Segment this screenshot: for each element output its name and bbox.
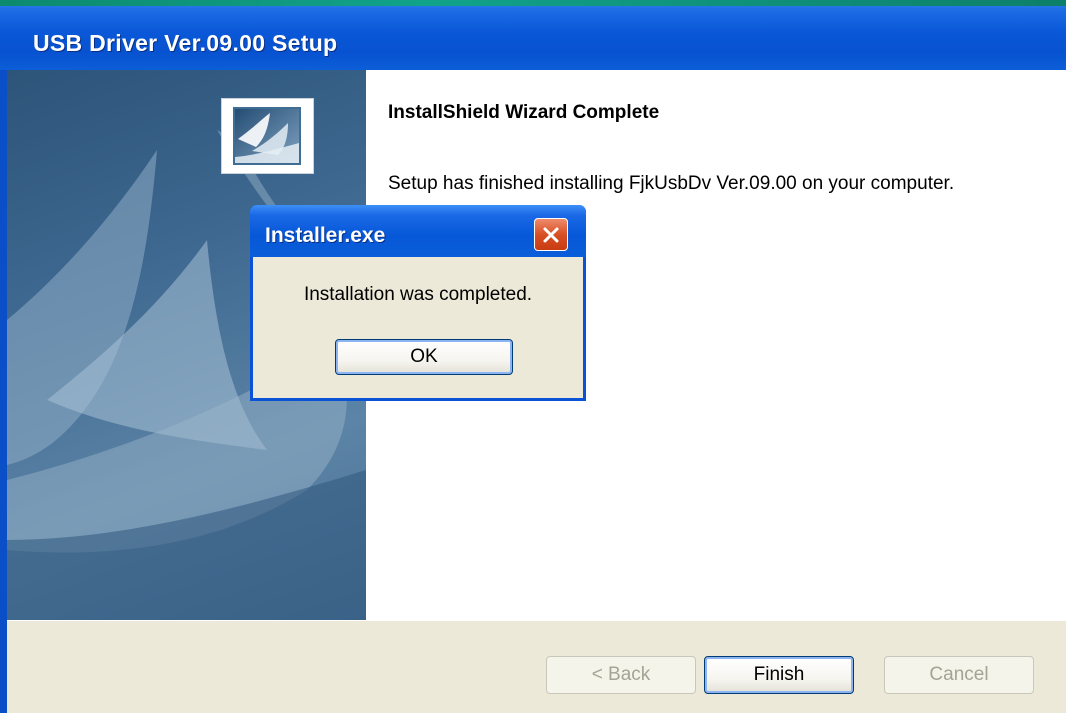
back-button[interactable]: < Back: [546, 656, 696, 694]
window-left-border: [0, 70, 7, 713]
wizard-message: Setup has finished installing FjkUsbDv V…: [388, 173, 955, 194]
close-icon: [543, 227, 559, 242]
dialog-body: Installation was completed. OK: [253, 257, 583, 398]
setup-titlebar[interactable]: USB Driver Ver.09.00 Setup: [0, 0, 1066, 70]
dialog-message: Installation was completed.: [303, 284, 533, 305]
dialog-title: Installer.exe: [265, 224, 386, 247]
wizard-heading: InstallShield Wizard Complete: [388, 102, 660, 123]
setup-window-title: USB Driver Ver.09.00 Setup: [33, 30, 338, 56]
installshield-logo-icon: [233, 107, 301, 165]
ok-button[interactable]: OK: [335, 339, 513, 375]
dialog-close-button[interactable]: [534, 218, 568, 251]
finish-button[interactable]: Finish: [704, 656, 854, 694]
dialog-titlebar[interactable]: Installer.exe: [250, 205, 586, 257]
installshield-logo: [221, 98, 314, 174]
installer-dialog: Installer.exe Installation was completed…: [250, 205, 586, 401]
window-top-edge: [0, 0, 1066, 6]
cancel-button[interactable]: Cancel: [884, 656, 1034, 694]
